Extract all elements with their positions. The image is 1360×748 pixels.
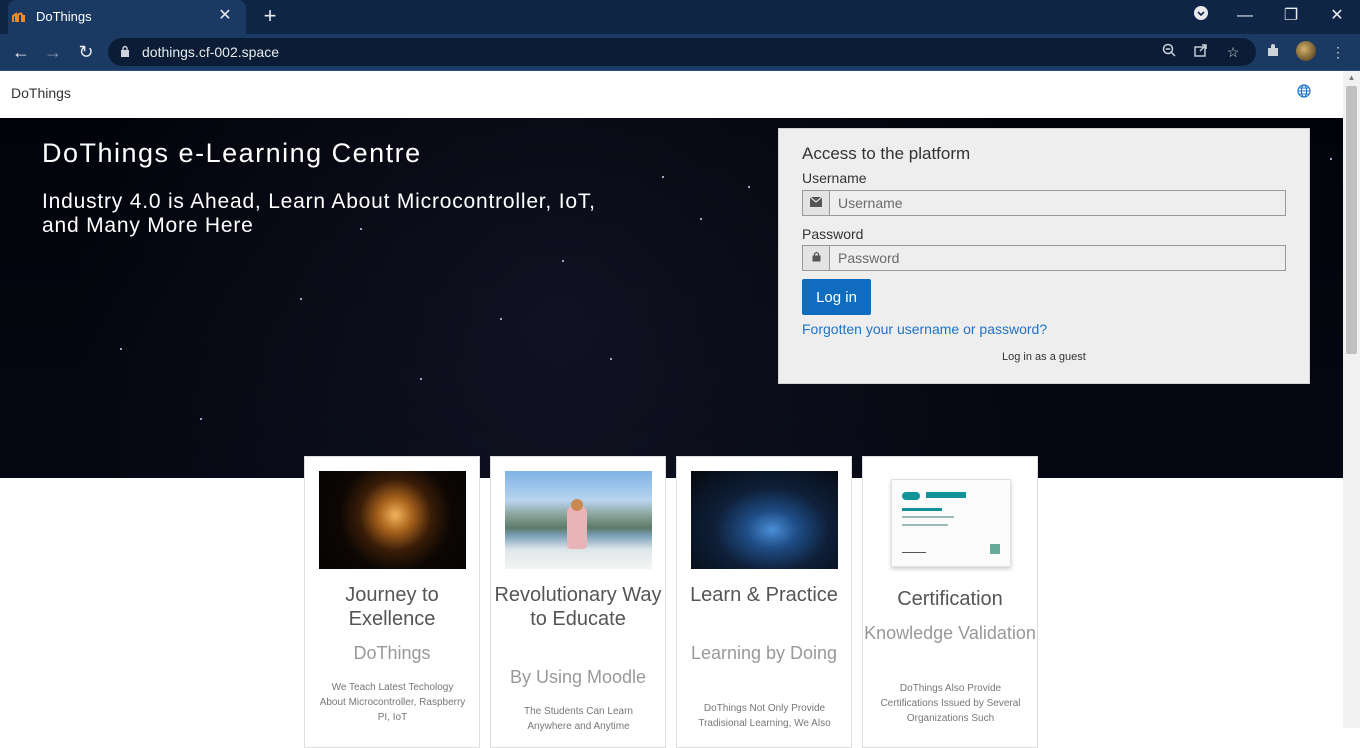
login-button[interactable]: Log in: [802, 279, 871, 315]
url-text[interactable]: dothings.cf-002.space: [142, 44, 279, 60]
login-heading: Access to the platform: [802, 144, 971, 163]
site-navbar: [0, 71, 1343, 119]
forward-icon[interactable]: →: [40, 40, 66, 64]
feature-card: Certification Knowledge Validation DoThi…: [862, 456, 1038, 748]
scrollbar-thumb[interactable]: [1346, 86, 1357, 354]
reload-icon[interactable]: ↻: [73, 40, 99, 64]
card-description: DoThings Not Only Provide Tradisional Le…: [698, 703, 831, 729]
password-label: Password: [802, 226, 864, 242]
feature-card: Revolutionary Way to Educate By Using Mo…: [490, 456, 666, 748]
certificate-image: [877, 471, 1024, 569]
guest-login-link[interactable]: Log in as a guest: [1002, 351, 1086, 363]
moodle-favicon-icon: [12, 11, 28, 23]
lock-icon: [802, 245, 830, 271]
zoom-icon[interactable]: [1158, 42, 1180, 62]
globe-icon[interactable]: [1296, 84, 1312, 100]
feature-card: Learn & Practice Learning by Doing DoThi…: [676, 456, 852, 748]
password-input[interactable]: [829, 245, 1286, 271]
card-subtitle: DoThings: [353, 643, 431, 663]
more-menu-icon[interactable]: ⋮: [1327, 42, 1349, 62]
profile-avatar[interactable]: [1296, 41, 1316, 61]
tab-search-icon[interactable]: [1186, 4, 1216, 28]
card-description: We Teach Latest Techology About Microcon…: [319, 682, 466, 723]
site-brand-link[interactable]: DoThings: [11, 85, 71, 101]
card-title: Certification: [897, 588, 1003, 610]
card-description: DoThings Also Provide Certifications Iss…: [880, 683, 1021, 724]
card-subtitle: Learning by Doing: [690, 643, 838, 663]
minimize-icon[interactable]: —: [1230, 4, 1260, 28]
card-description: The Students Can Learn Anywhere and Anyt…: [524, 706, 633, 732]
electronics-practice-image: [691, 471, 838, 569]
envelope-icon: [802, 190, 830, 216]
extensions-icon[interactable]: [1262, 42, 1284, 62]
feature-card: Journey to Exellence DoThings We Teach L…: [304, 456, 480, 748]
scroll-up-icon[interactable]: ▲: [1346, 74, 1357, 82]
card-subtitle: By Using Moodle: [509, 667, 647, 687]
card-subtitle: Knowledge Validation: [864, 623, 1036, 643]
back-icon[interactable]: ←: [8, 40, 34, 64]
username-label: Username: [802, 170, 867, 186]
username-input[interactable]: [829, 190, 1286, 216]
tab-title: DoThings: [36, 9, 92, 24]
student-laptop-image: [505, 471, 652, 569]
hero-title: DoThings e-Learning Centre: [42, 138, 422, 168]
hero-subtitle: Industry 4.0 is Ahead, Learn About Micro…: [42, 190, 596, 237]
share-icon[interactable]: [1190, 42, 1212, 62]
forgot-password-link[interactable]: Forgotten your username or password?: [802, 321, 1047, 337]
restore-icon[interactable]: ❐: [1276, 4, 1306, 28]
tab-close-icon[interactable]: ✕: [216, 6, 234, 26]
bookmark-star-icon[interactable]: ☆: [1222, 42, 1244, 62]
address-bar[interactable]: [108, 38, 1256, 66]
lock-icon[interactable]: [120, 45, 132, 59]
card-title: Learn & Practice: [690, 584, 838, 606]
new-tab-icon[interactable]: +: [258, 4, 282, 28]
card-title: Revolutionary Way to Educate: [494, 584, 662, 630]
card-title: Journey to Exellence: [345, 584, 439, 630]
lightbulb-image: [319, 471, 466, 569]
close-window-icon[interactable]: ✕: [1322, 4, 1352, 28]
